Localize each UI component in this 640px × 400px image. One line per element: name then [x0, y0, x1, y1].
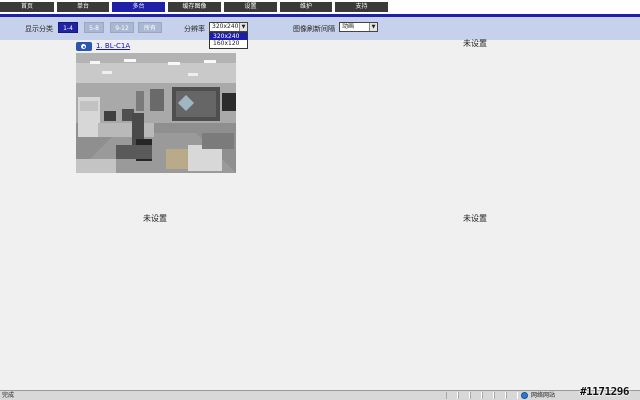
camera-1-video-feed[interactable]: [76, 53, 236, 173]
chevron-down-icon[interactable]: ▼: [369, 23, 377, 31]
resolution-select-value: 320x240: [212, 23, 239, 30]
group-button-5-8[interactable]: 5-8: [84, 22, 104, 33]
image-id-watermark: #1171296: [580, 385, 629, 398]
group-button-1-4[interactable]: 1-4: [58, 22, 78, 33]
camera-2-unset: 未设置: [463, 39, 487, 48]
office-camera-image: [76, 53, 236, 173]
group-button-all[interactable]: 所有: [138, 22, 162, 33]
group-button-9-12[interactable]: 9-12: [110, 22, 134, 33]
status-divider: [506, 392, 518, 399]
status-text: 完成: [2, 392, 15, 399]
refresh-interval-label: 图像刷新间隔: [293, 25, 335, 33]
refresh-interval-select[interactable]: 动画 ▼: [339, 22, 378, 32]
view-toolbar: 显示分类 1-4 5-8 9-12 所有 分辨率 320x240 ▼ 图像刷新间…: [0, 17, 640, 40]
globe-icon: [521, 392, 528, 399]
tab-settings[interactable]: 设置: [224, 2, 277, 12]
camera-icon[interactable]: [76, 42, 92, 51]
display-group-label: 显示分类: [25, 25, 53, 33]
resolution-label: 分辨率: [184, 25, 205, 33]
browser-status-bar: 完成 网络网站: [0, 390, 640, 400]
resolution-dropdown-list: 320x240 160x120: [209, 32, 248, 49]
camera-4-unset: 未设置: [463, 214, 487, 223]
status-divider: [458, 392, 470, 399]
status-divider: [482, 392, 494, 399]
refresh-interval-value: 动画: [342, 23, 355, 30]
tab-maintenance[interactable]: 维护: [280, 2, 332, 12]
top-navigation: 首页 单台 多台 缓存图像 设置 维护 支持: [0, 0, 640, 14]
tab-multi[interactable]: 多台: [112, 2, 165, 12]
chevron-down-icon[interactable]: ▼: [239, 23, 247, 31]
resolution-option-320x240[interactable]: 320x240: [210, 33, 247, 40]
tab-home[interactable]: 首页: [0, 2, 54, 12]
camera-1-link[interactable]: 1. BL-C1A: [96, 42, 130, 51]
tab-support[interactable]: 支持: [335, 2, 388, 12]
resolution-option-160x120[interactable]: 160x120: [210, 40, 247, 47]
status-divider: [470, 392, 482, 399]
tab-single[interactable]: 单台: [57, 2, 109, 12]
status-divider: [446, 392, 458, 399]
resolution-select[interactable]: 320x240 ▼: [209, 22, 248, 32]
tab-buffered-images[interactable]: 缓存图像: [168, 2, 221, 12]
security-zone-text: 网络网站: [531, 392, 556, 399]
camera-3-unset: 未设置: [143, 214, 167, 223]
status-divider: [494, 392, 506, 399]
